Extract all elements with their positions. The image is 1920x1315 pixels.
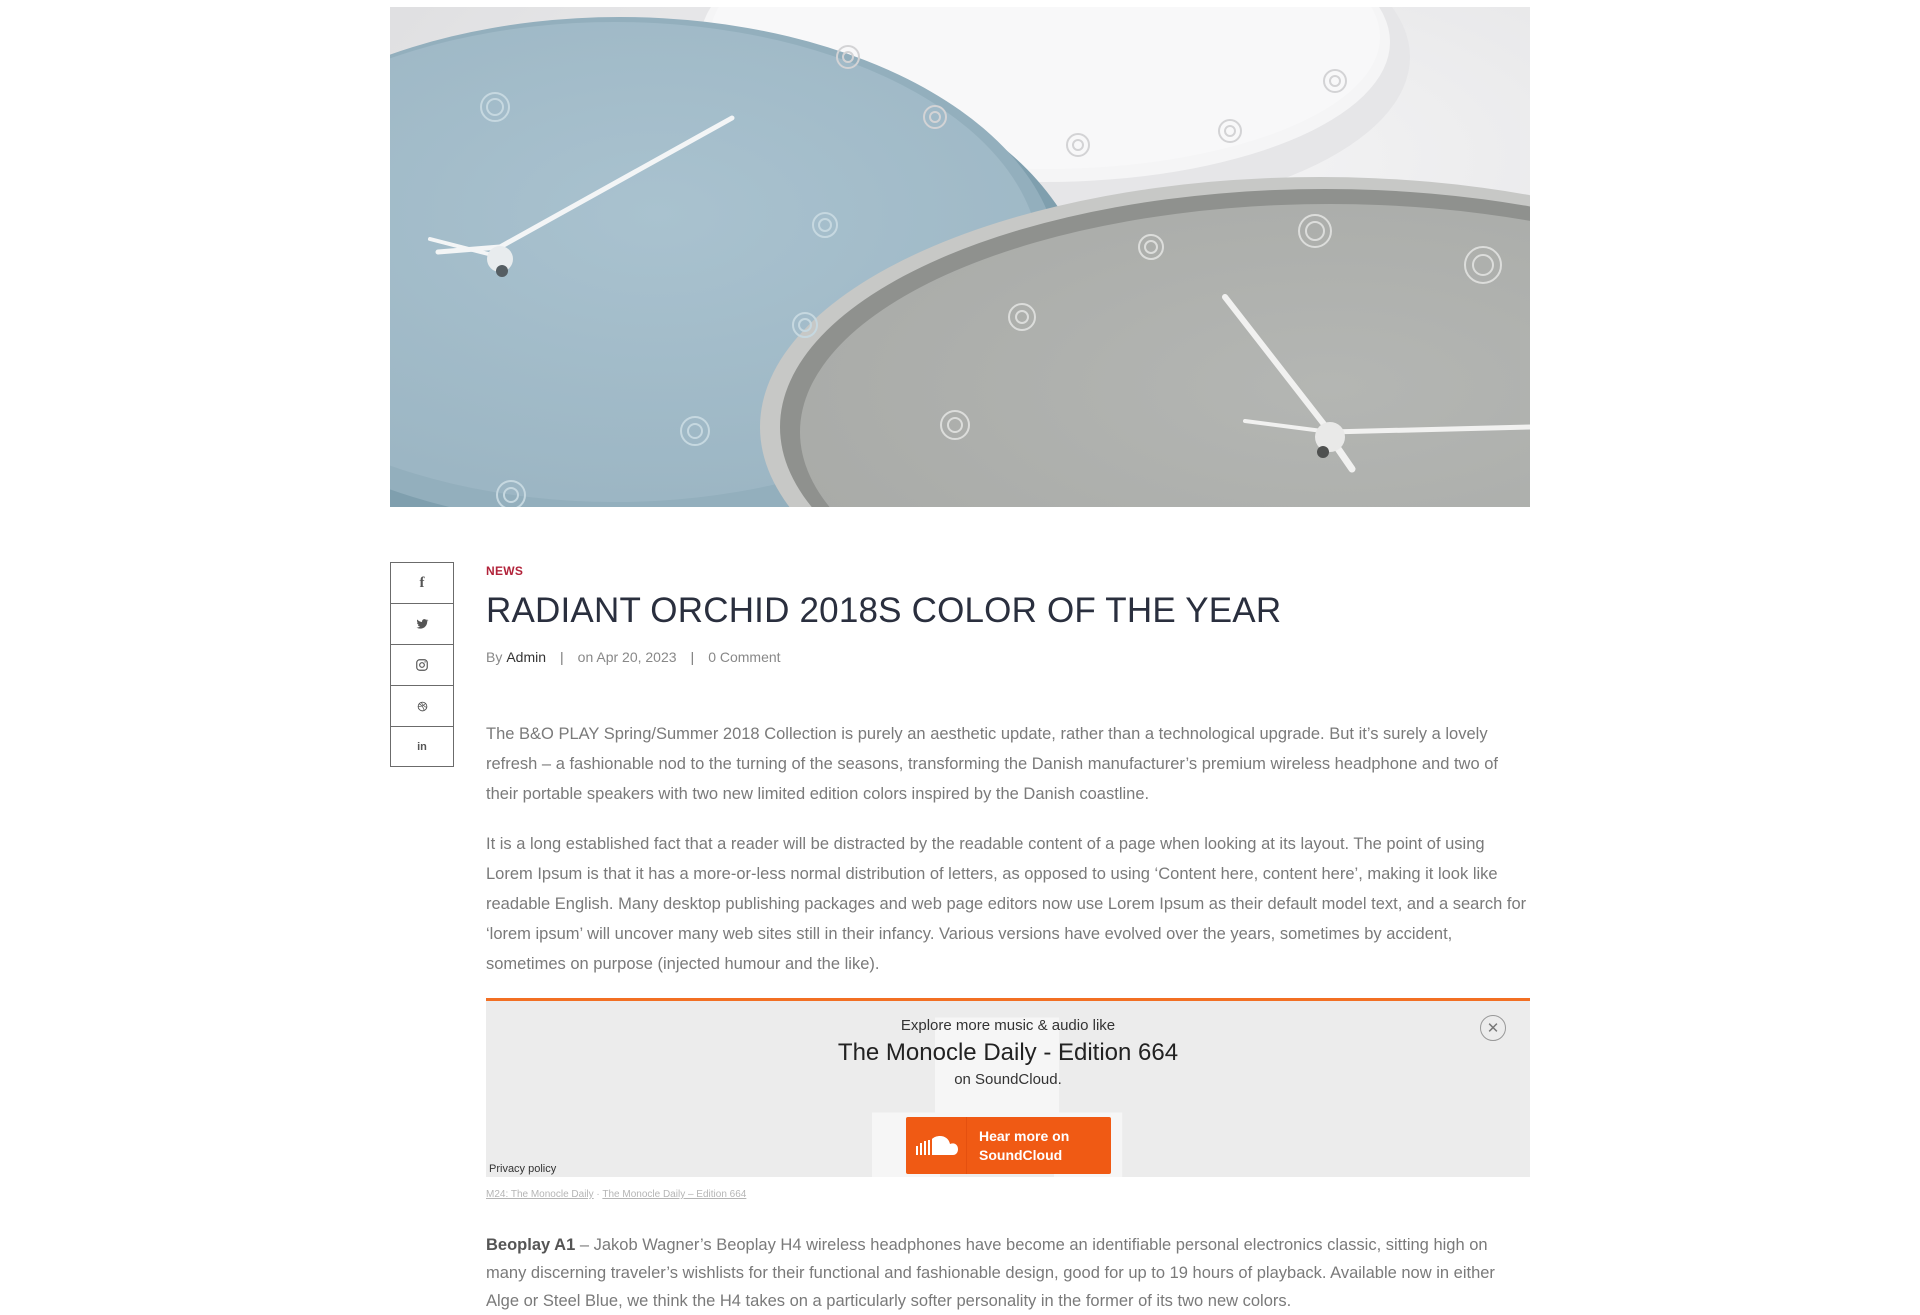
privacy-policy-link[interactable]: Privacy policy [489, 1163, 556, 1175]
facebook-icon: f [419, 574, 425, 591]
twitter-icon [416, 619, 429, 629]
embed-close-button[interactable]: ✕ [1480, 1015, 1506, 1041]
embed-track-title[interactable]: The Monocle Daily - Edition 664 [486, 1039, 1530, 1067]
track-link[interactable]: The Monocle Daily – Edition 664 [602, 1189, 746, 1200]
track-credit: M24: The Monocle Daily · The Monocle Dai… [486, 1189, 746, 1200]
meta-separator: | [560, 649, 564, 665]
product-name: Beoplay A1 [486, 1236, 576, 1254]
instagram-share-button[interactable] [390, 644, 454, 685]
category-link[interactable]: NEWS [486, 564, 523, 578]
article: NEWS RADIANT ORCHID 2018S COLOR OF THE Y… [486, 562, 1530, 979]
article-title: RADIANT ORCHID 2018S COLOR OF THE YEAR [486, 591, 1282, 630]
soundcloud-embed: ▞▚ Explore more music & audio like The M… [486, 998, 1530, 1177]
linkedin-share-button[interactable]: in [390, 726, 454, 767]
author-link[interactable]: Admin [506, 649, 546, 665]
soundcloud-icon [906, 1117, 967, 1174]
clocks-illustration [390, 7, 1530, 507]
article-meta: By Admin | on Apr 20, 2023 | 0 Comment [486, 649, 1530, 665]
post-date: on Apr 20, 2023 [577, 649, 677, 665]
paragraph-text: – Jakob Wagner’s Beoplay H4 wireless hea… [486, 1236, 1495, 1310]
hear-more-label: Hear more on SoundCloud [979, 1127, 1070, 1163]
dribbble-share-button[interactable] [390, 685, 454, 726]
close-icon: ✕ [1486, 1020, 1500, 1037]
artist-link[interactable]: M24: The Monocle Daily [486, 1189, 594, 1200]
comment-count[interactable]: 0 Comment [708, 649, 780, 665]
linkedin-icon: in [417, 740, 427, 753]
hear-more-soundcloud-button[interactable]: Hear more on SoundCloud [906, 1117, 1111, 1174]
article-paragraph: It is a long established fact that a rea… [486, 835, 1527, 973]
instagram-icon [416, 659, 428, 671]
hero-image [390, 7, 1530, 507]
dribbble-icon [417, 701, 427, 711]
meta-separator: | [690, 649, 695, 665]
embed-explore-text: Explore more music & audio like [900, 1017, 1116, 1034]
article-paragraph: Beoplay A1 – Jakob Wagner’s Beoplay H4 w… [486, 1231, 1530, 1315]
facebook-share-button[interactable]: f [390, 562, 454, 603]
share-bar: f in [390, 562, 454, 767]
twitter-share-button[interactable] [390, 603, 454, 644]
by-label: By [486, 649, 503, 665]
embed-on-soundcloud: on SoundCloud. [954, 1071, 1062, 1088]
article-paragraph: The B&O PLAY Spring/Summer 2018 Collecti… [486, 725, 1498, 803]
